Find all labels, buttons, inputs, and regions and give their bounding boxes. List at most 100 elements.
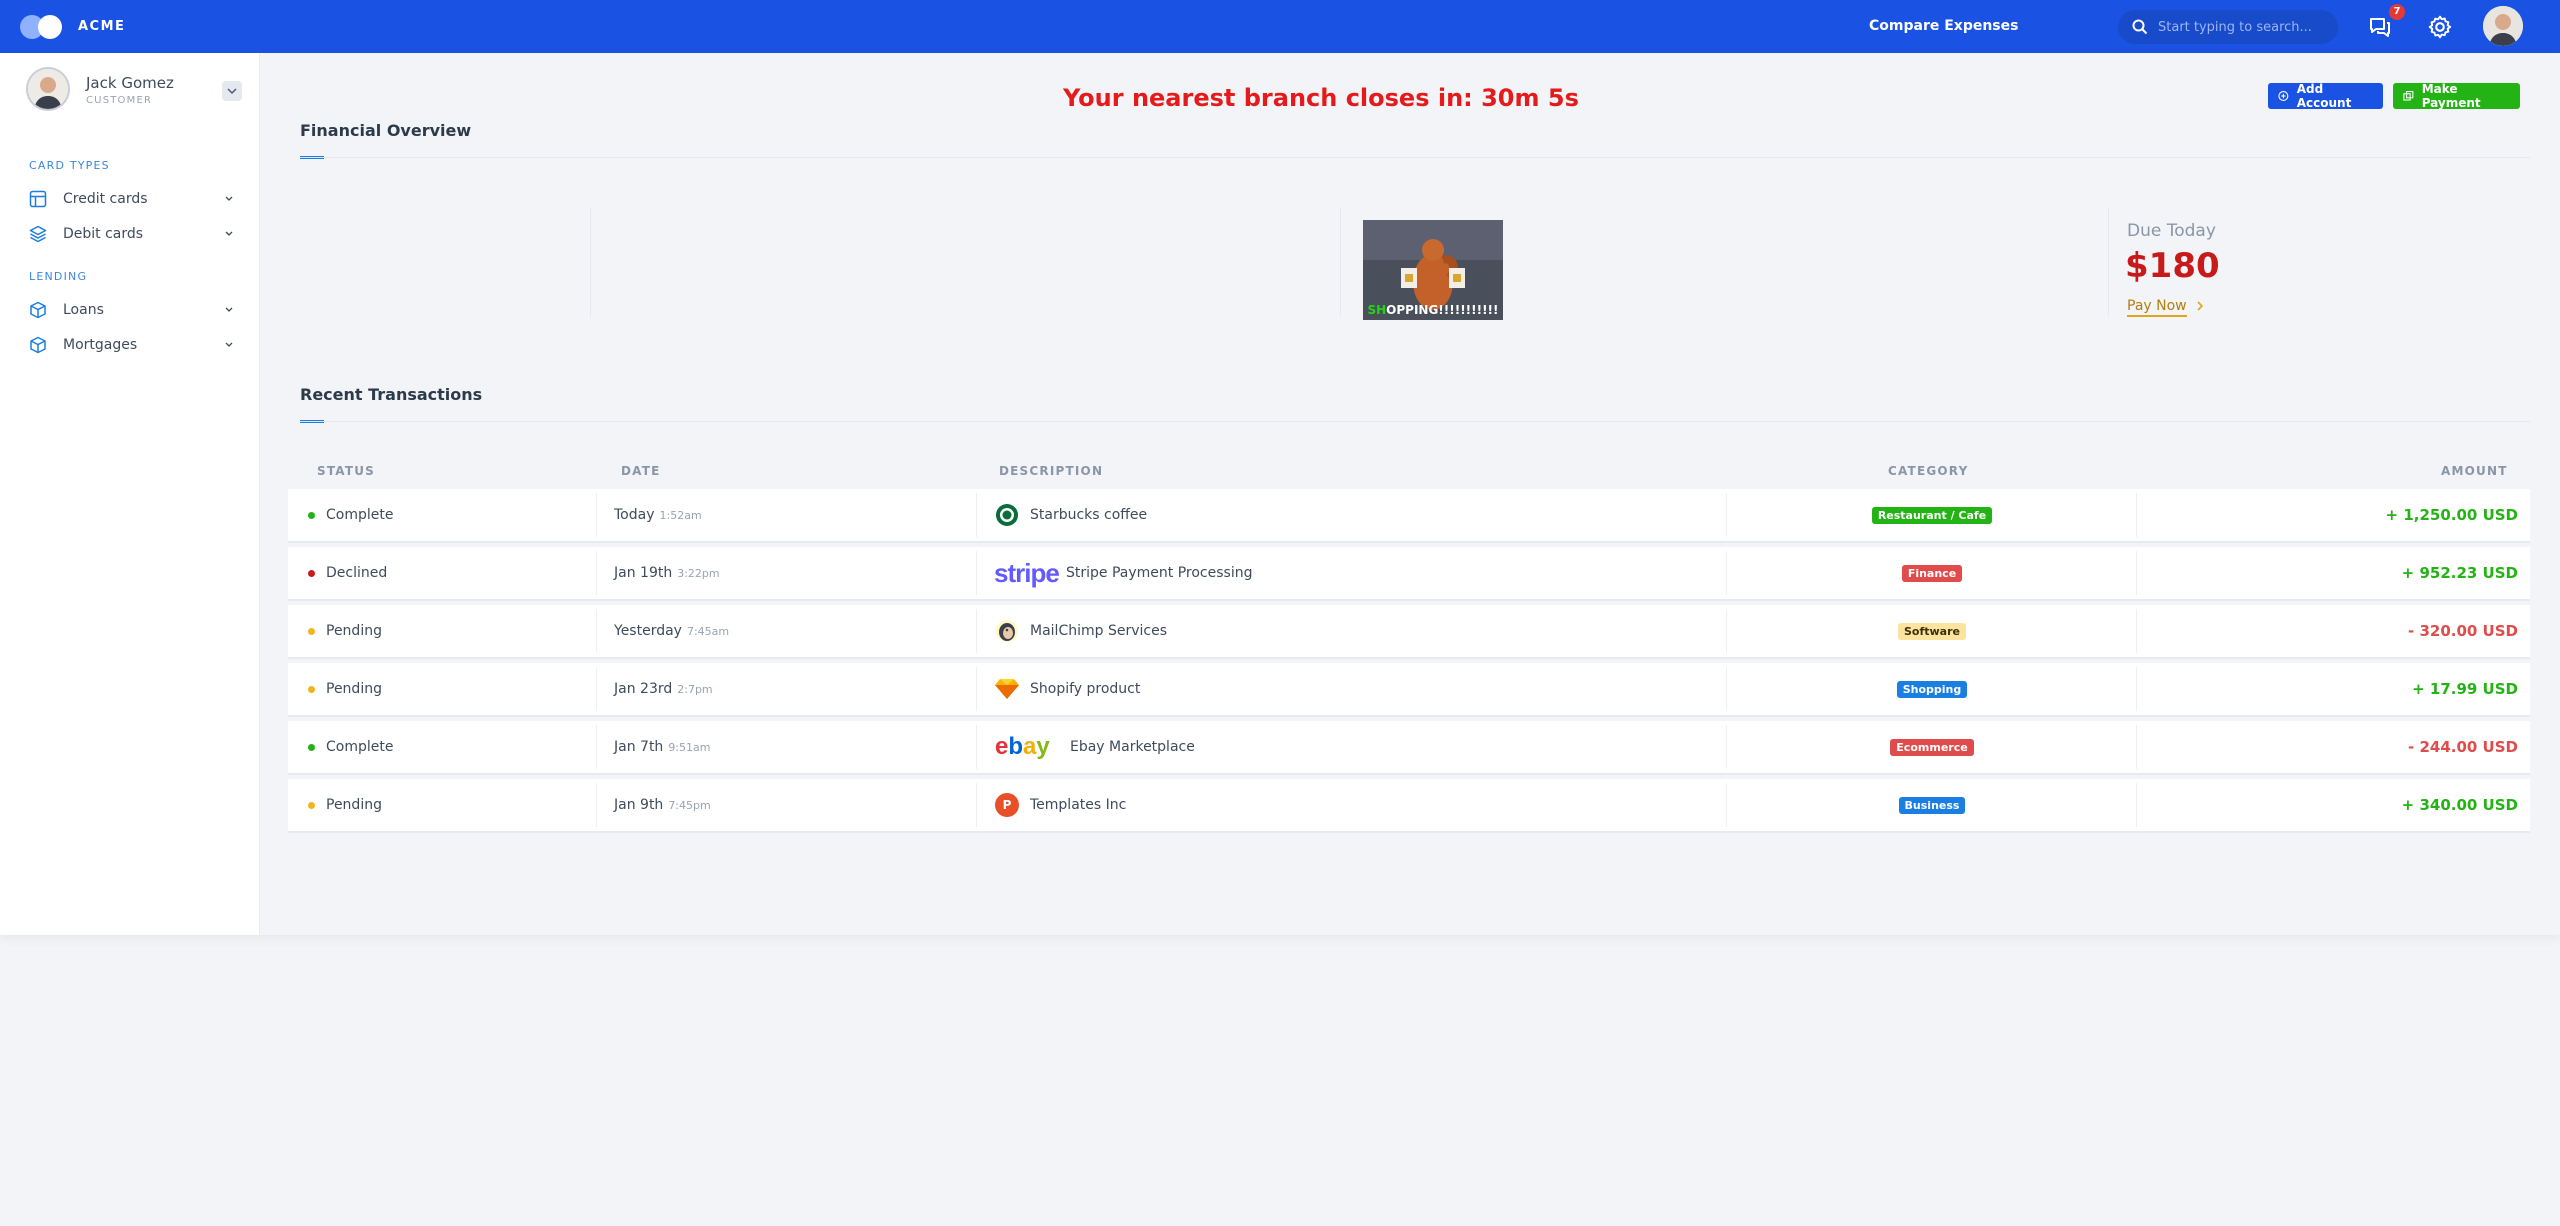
cell-divider	[976, 551, 977, 595]
category-badge: Shopping	[1896, 680, 1968, 698]
table-row[interactable]: Declined Jan 19th 3:22pm stripe Stripe Payme…	[288, 547, 2530, 599]
time-text: 7:45am	[686, 624, 730, 638]
ebay-logo-icon: ebay	[994, 734, 1060, 760]
search-input[interactable]	[2156, 18, 2335, 36]
financial-overview-title: Financial Overview	[300, 121, 472, 140]
add-account-label: Add Account	[2296, 82, 2352, 110]
amount-cell: - 320.00 USD	[2138, 605, 2518, 657]
date-cell: Jan 9th 7:45pm	[614, 779, 711, 831]
add-account-button[interactable]: Add Account	[2268, 82, 2383, 110]
status-cell: Declined	[308, 547, 387, 599]
notification-badge: 7	[2389, 4, 2405, 20]
description-cell: MailChimp Services	[994, 605, 1167, 657]
brand-name: ACME	[78, 19, 126, 34]
category-badge: Finance	[1901, 564, 1963, 582]
description-text: Stripe Payment Processing	[1066, 565, 1253, 581]
amount-cell: + 340.00 USD	[2138, 779, 2518, 831]
sidebar-item-mortgages[interactable]: Mortgages	[29, 332, 234, 358]
status-cell: Pending	[308, 779, 382, 831]
cell-divider	[976, 667, 977, 711]
status-cell: Complete	[308, 489, 393, 541]
due-today-label: Due Today	[2127, 221, 2216, 241]
status-cell: Pending	[308, 605, 382, 657]
cell-divider	[2136, 667, 2137, 711]
cell-divider	[1726, 551, 1727, 595]
date-cell: Yesterday 7:45am	[614, 605, 729, 657]
sidebar-item-debit-cards[interactable]: Debit cards	[29, 221, 234, 247]
gear-icon[interactable]	[2427, 14, 2453, 40]
cell-divider	[1726, 783, 1727, 827]
cell-divider	[596, 493, 597, 537]
date-cell: Jan 19th 3:22pm	[614, 547, 720, 599]
cell-divider	[2136, 551, 2137, 595]
table-row[interactable]: Pending Jan 9th 7:45pm P Templates Inc Busine…	[288, 779, 2530, 831]
plus-circle-icon	[2278, 90, 2289, 102]
amount-text: - 320.00 USD	[2408, 622, 2518, 640]
date-text: Jan 19th	[614, 565, 673, 581]
table-row[interactable]: Pending Jan 23rd 2:7pm Shopify product Shopp…	[288, 663, 2530, 715]
status-dot	[308, 569, 315, 577]
category-cell: Business	[1728, 779, 2136, 831]
col-header-category: CATEGORY	[1888, 464, 1969, 478]
category-cell: Finance	[1728, 547, 2136, 599]
cell-divider	[976, 493, 977, 537]
chevron-down-icon	[225, 342, 233, 347]
amount-text: - 244.00 USD	[2408, 738, 2518, 756]
status-cell: Pending	[308, 663, 382, 715]
table-row[interactable]: Pending Yesterday 7:45am MailChimp Services…	[288, 605, 2530, 657]
amount-cell: + 1,250.00 USD	[2138, 489, 2518, 541]
status-text: Pending	[326, 681, 382, 697]
amount-cell: + 952.23 USD	[2138, 547, 2518, 599]
section-divider	[300, 421, 2530, 422]
user-profile[interactable]: Jack Gomez CUSTOMER	[26, 67, 246, 117]
make-payment-button[interactable]: Make Payment	[2393, 82, 2520, 110]
layers-icon	[29, 225, 47, 243]
top-bar: ACME Compare Expenses 7	[0, 0, 2560, 53]
description-text: Ebay Marketplace	[1070, 739, 1195, 755]
avatar[interactable]	[2483, 6, 2523, 46]
pay-now-link[interactable]: Pay Now	[2127, 298, 2187, 317]
sidebar-item-credit-cards[interactable]: Credit cards	[29, 186, 234, 212]
compare-expenses-link[interactable]: Compare Expenses	[1869, 18, 2018, 34]
cell-divider	[2136, 493, 2137, 537]
amount-text: + 952.23 USD	[2401, 564, 2518, 582]
col-header-amount: AMOUNT	[2441, 464, 2508, 478]
time-text: 7:45pm	[668, 798, 711, 812]
branch-countdown: Your nearest branch closes in: 30m 5s	[1063, 84, 1579, 112]
status-dot	[308, 511, 315, 519]
user-name: Jack Gomez	[86, 74, 174, 92]
overview-divider	[1340, 207, 1341, 317]
status-dot	[308, 685, 315, 693]
overview-divider	[2108, 207, 2109, 317]
make-payment-label: Make Payment	[2421, 82, 2481, 110]
category-cell: Restaurant / Cafe	[1728, 489, 2136, 541]
logo-icon	[20, 12, 68, 42]
shopping-caption: SHOPPING!!!!!!!!!!!	[1367, 303, 1499, 317]
table-row[interactable]: Complete Today 1:52am Starbucks coffee Resta…	[288, 489, 2530, 541]
due-amount: $180	[2125, 246, 2220, 286]
brand-logo[interactable]: ACME	[20, 12, 125, 42]
date-text: Yesterday	[614, 623, 682, 639]
status-cell: Complete	[308, 721, 393, 773]
section-divider	[300, 157, 2530, 158]
status-text: Complete	[326, 739, 394, 755]
chevron-down-icon	[225, 307, 233, 312]
mailchimp-logo-icon	[994, 618, 1020, 644]
col-header-status: STATUS	[317, 464, 376, 478]
search-icon	[2132, 19, 2148, 35]
sidebar-item-loans[interactable]: Loans	[29, 297, 234, 323]
description-cell: stripe Stripe Payment Processing	[994, 547, 1252, 599]
description-text: Shopify product	[1030, 681, 1141, 697]
date-cell: Today 1:52am	[614, 489, 702, 541]
table-row[interactable]: Complete Jan 7th 9:51am ebay Ebay Marketplac…	[288, 721, 2530, 773]
messages-icon[interactable]	[2368, 15, 2392, 39]
chevron-right-icon[interactable]	[2195, 300, 2205, 312]
date-cell: Jan 7th 9:51am	[614, 721, 710, 773]
sidebar-item-label: Credit cards	[63, 191, 148, 207]
description-text: Templates Inc	[1030, 797, 1127, 813]
search-box[interactable]	[2118, 10, 2338, 44]
description-cell: Shopify product	[994, 663, 1140, 715]
status-dot	[308, 627, 315, 635]
user-menu-toggle[interactable]	[222, 81, 242, 101]
date-text: Today	[614, 507, 655, 523]
